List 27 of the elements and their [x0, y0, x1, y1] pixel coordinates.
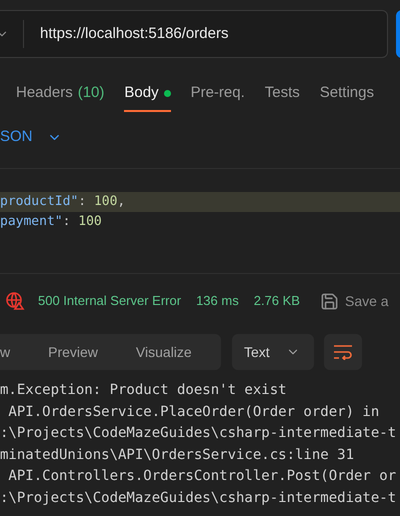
format-dropdown[interactable]: Text [232, 334, 314, 370]
request-tab[interactable]: Body [124, 76, 171, 112]
response-line: m.Exception: Product doesn't exist [0, 381, 288, 400]
response-line: minatedUnions\API\OrdersService.cs:line 31 [0, 446, 356, 464]
url-text: https://localhost:5186/orders [40, 24, 228, 44]
response-line: API.Controllers.OrdersController.Post(Order or [7, 467, 398, 486]
response-time: 136 ms [196, 292, 239, 310]
view-tab[interactable]: w [0, 342, 10, 362]
url-bar[interactable]: https://localhost:5186/orders [0, 10, 388, 58]
request-tab[interactable]: Settings [320, 76, 374, 112]
body-format-dropdown[interactable]: SON [0, 126, 33, 148]
save-icon [320, 292, 339, 310]
code-line: payment": 100 [0, 213, 103, 231]
status-text: 500 Internal Server Error [38, 292, 182, 310]
view-tab[interactable]: Preview [48, 342, 98, 362]
response-line: :\Projects\CodeMazeGuides\csharp-intermediate-t [0, 424, 398, 443]
view-tab[interactable]: Visualize [136, 342, 192, 362]
wrap-button[interactable] [324, 334, 362, 370]
save-response-link[interactable]: Save a [344, 290, 389, 312]
response-line: :\Projects\CodeMazeGuides\csharp-intermediate-t [0, 488, 398, 508]
response-line: API.OrdersService.PlaceOrder(Order order) in [7, 402, 380, 422]
response-size: 2.76 KB [254, 292, 300, 310]
wrap-icon [333, 344, 353, 360]
request-tab[interactable]: Pre-req. [190, 76, 245, 112]
request-tab[interactable]: Tests [264, 76, 300, 112]
globe-warning-icon [5, 291, 25, 311]
request-tab[interactable]: Headers (10) [16, 76, 104, 112]
